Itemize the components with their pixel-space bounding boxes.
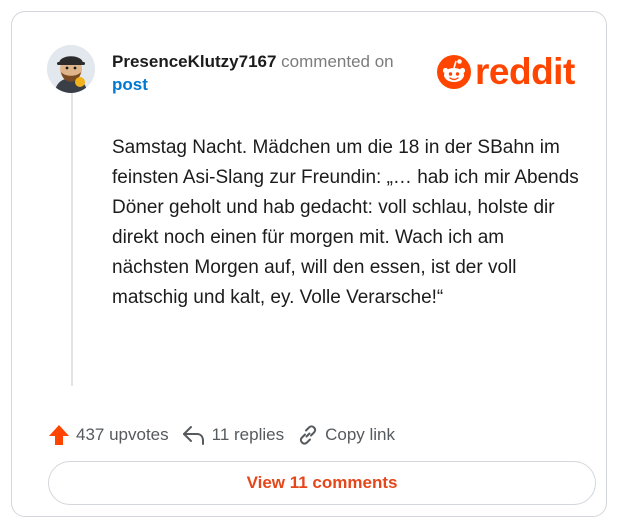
upvote-arrow-icon xyxy=(49,425,69,445)
post-link[interactable]: post xyxy=(112,73,422,96)
comment-actions: 437 upvotes 11 replies Copy link xyxy=(48,421,395,449)
thread-line xyxy=(71,92,73,386)
link-icon xyxy=(299,425,317,445)
reply-arrow-icon xyxy=(182,426,204,445)
comment-header: PresenceKlutzy7167 commented on post xyxy=(112,50,422,96)
replies-count: 11 replies xyxy=(211,425,285,444)
avatar-image xyxy=(47,45,95,93)
comment-body: Samstag Nacht. Mädchen um die 18 in der … xyxy=(112,137,579,308)
upvote-button[interactable]: 437 upvotes xyxy=(48,424,169,446)
view-comments-button[interactable]: View 11 comments xyxy=(48,461,596,505)
copy-link-button[interactable]: Copy link xyxy=(297,424,395,446)
reddit-wordmark: reddit xyxy=(475,51,575,92)
reddit-snoo-icon xyxy=(437,55,471,89)
reddit-logo[interactable]: reddit xyxy=(437,52,575,92)
username[interactable]: PresenceKlutzy7167 xyxy=(112,52,276,71)
upvote-count: 437 upvotes xyxy=(76,425,169,444)
replies-button[interactable]: 11 replies xyxy=(182,424,284,446)
user-avatar[interactable] xyxy=(47,45,95,93)
copy-link-label: Copy link xyxy=(325,425,396,444)
comment-card: PresenceKlutzy7167 commented on post red… xyxy=(11,11,607,517)
action-text: commented on xyxy=(281,52,394,71)
